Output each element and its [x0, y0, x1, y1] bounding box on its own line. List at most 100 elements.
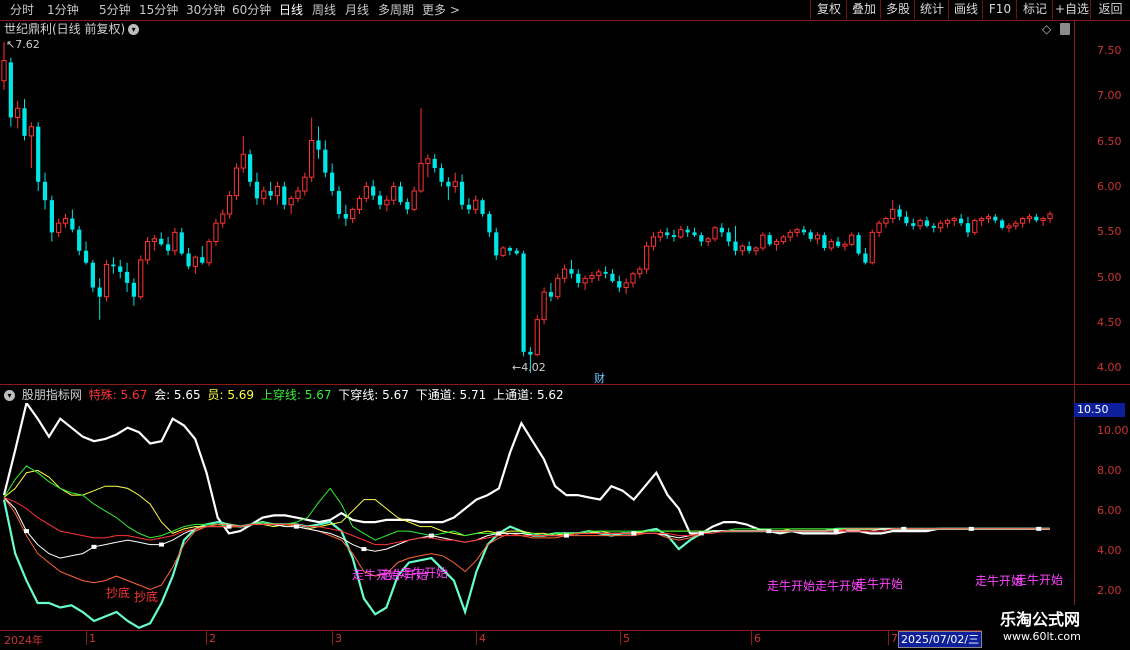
- candle-body: [1034, 216, 1039, 221]
- candle-body: [350, 208, 356, 220]
- indicator-line: [3, 497, 1050, 559]
- price-tick: 7.00: [1097, 89, 1122, 102]
- candle-body: [582, 277, 588, 284]
- price-tick: 4.00: [1097, 361, 1122, 374]
- candle-body: [561, 268, 568, 279]
- candle-body: [876, 222, 882, 233]
- candle-body: [418, 162, 424, 192]
- candle-body: [466, 204, 472, 210]
- candle-body: [336, 191, 342, 214]
- candle-body: [179, 232, 184, 254]
- candle-body: [937, 222, 944, 229]
- candle-body: [514, 250, 519, 254]
- indicator-tick: 8.00: [1097, 464, 1122, 477]
- candlestick-chart[interactable]: [0, 21, 1074, 384]
- candle-body: [507, 247, 513, 251]
- indicator-marker: [766, 529, 772, 534]
- candle-body: [240, 153, 246, 169]
- period-tab-monthly[interactable]: 月线: [345, 2, 369, 18]
- back-button[interactable]: 返回: [1090, 0, 1130, 19]
- candle-body: [944, 219, 951, 224]
- price-tick: 6.50: [1097, 135, 1122, 148]
- candle-body: [62, 218, 69, 224]
- indicator-marker: [361, 547, 367, 552]
- candle-body: [330, 172, 335, 192]
- candle-body: [247, 154, 253, 182]
- indicator-tick: 6.00: [1097, 504, 1122, 517]
- candle-body: [131, 282, 137, 297]
- indicator-marker: [563, 533, 569, 538]
- period-tab-daily[interactable]: 日线: [279, 2, 303, 18]
- date-month-label: 5: [623, 632, 630, 645]
- fuquan-button[interactable]: 复权: [810, 0, 847, 19]
- candle-body: [780, 236, 786, 243]
- candle-body: [644, 245, 650, 270]
- candle-body: [425, 158, 431, 164]
- date-month-label: 3: [335, 632, 342, 645]
- candle-body: [665, 232, 670, 236]
- price-axis-border: [1074, 20, 1075, 631]
- date-year-label: 2024年: [4, 634, 43, 647]
- candle-body: [712, 227, 718, 240]
- period-tab-30min[interactable]: 30分钟: [186, 2, 225, 18]
- candle-body: [856, 235, 861, 254]
- period-tab-more[interactable]: 更多 >: [422, 2, 460, 18]
- period-tab-fenshi[interactable]: 分时: [10, 2, 34, 18]
- indicator-marker: [428, 533, 434, 538]
- candle-body: [172, 231, 178, 252]
- signal-label: 走牛开始: [1015, 573, 1064, 587]
- candle-body: [487, 213, 492, 233]
- indicator-tick: 10.00: [1097, 424, 1129, 437]
- candle-body: [951, 218, 957, 221]
- period-tab-multi[interactable]: 多周期: [378, 2, 414, 18]
- candle-body: [15, 107, 21, 118]
- indicator-chart[interactable]: [0, 403, 1074, 630]
- indicator-marker: [698, 531, 704, 536]
- candle-body: [972, 219, 978, 233]
- multi-stock-button[interactable]: 多股: [880, 0, 915, 19]
- month-tick: [86, 631, 87, 645]
- candle-body: [90, 262, 95, 288]
- period-tab-5min[interactable]: 5分钟: [99, 2, 131, 18]
- candle-body: [726, 232, 731, 242]
- period-tab-15min[interactable]: 15分钟: [139, 2, 178, 18]
- pane-divider: [0, 384, 1130, 385]
- arrow-left-icon: ←: [512, 361, 522, 374]
- date-month-label: 4: [479, 632, 486, 645]
- period-tab-weekly[interactable]: 周线: [312, 2, 336, 18]
- candle-body: [151, 238, 158, 243]
- candle-body: [863, 253, 868, 263]
- candle-body: [316, 140, 321, 150]
- indicator-value-yuan: 员: 5.69: [207, 388, 255, 402]
- indicator-marker: [158, 542, 164, 547]
- candle-body: [685, 229, 690, 233]
- chevron-down-icon[interactable]: ▾: [4, 390, 15, 401]
- period-tab-1min[interactable]: 1分钟: [47, 2, 79, 18]
- overlay-button[interactable]: 叠加: [846, 0, 881, 19]
- candle-body: [1000, 220, 1005, 228]
- period-tab-60min[interactable]: 60分钟: [232, 2, 271, 18]
- candle-body: [993, 216, 998, 221]
- candle-body: [494, 232, 499, 256]
- candle-body: [343, 213, 348, 219]
- mark-button[interactable]: 标记: [1016, 0, 1053, 19]
- candle-body: [671, 235, 677, 237]
- add-watchlist-button[interactable]: +自选: [1052, 0, 1091, 19]
- signal-label: 走牛开始: [855, 577, 904, 591]
- f10-button[interactable]: F10: [982, 0, 1017, 19]
- arrow-left-icon: ↖: [6, 38, 16, 51]
- more-label: 更多: [422, 3, 447, 17]
- draw-line-button[interactable]: 画线: [948, 0, 983, 19]
- finance-marker[interactable]: 财: [594, 370, 605, 386]
- candle-body: [500, 247, 506, 256]
- candle-body: [965, 223, 971, 233]
- indicator-line: [3, 469, 1050, 537]
- candle-body: [384, 199, 390, 206]
- candle-body: [678, 229, 684, 238]
- candle-body: [200, 257, 205, 263]
- candle-body: [911, 223, 916, 226]
- candle-body: [787, 231, 793, 238]
- candle-body: [739, 245, 745, 252]
- candle-body: [842, 243, 848, 247]
- statistics-button[interactable]: 统计: [914, 0, 949, 19]
